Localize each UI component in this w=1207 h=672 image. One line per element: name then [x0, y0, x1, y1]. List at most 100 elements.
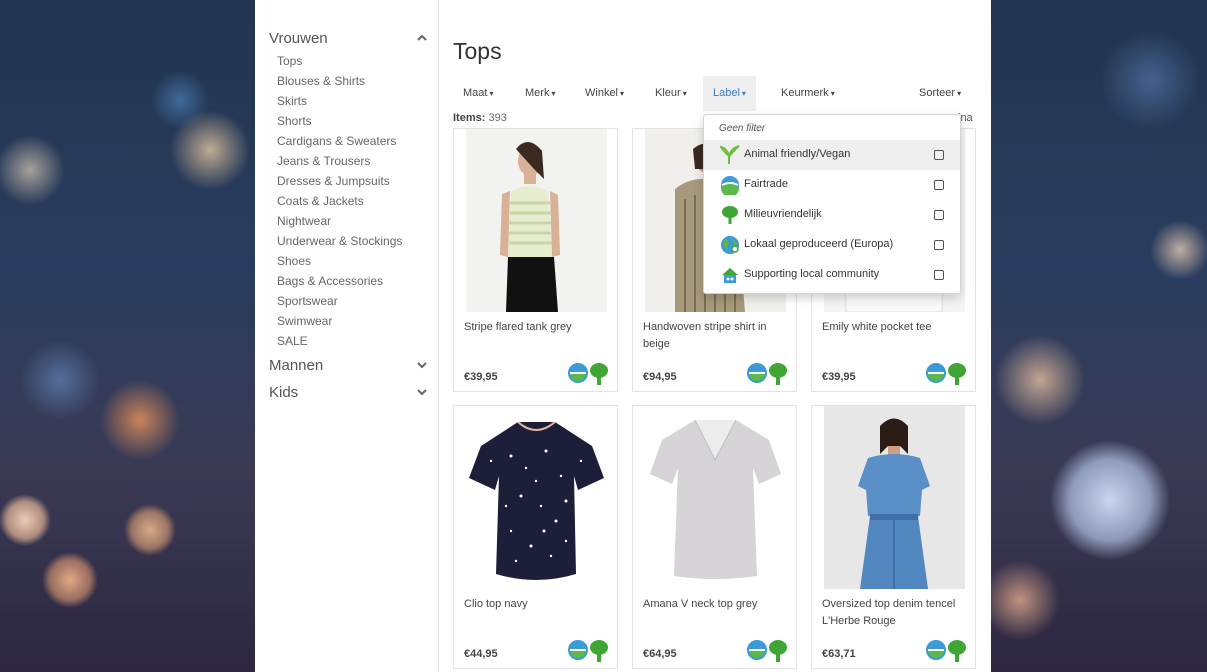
option-label: Lokaal geproduceerd (Europa) [744, 238, 894, 250]
option-checkbox[interactable] [934, 150, 944, 160]
product-name[interactable]: Handwoven stripe shirt in beige [643, 319, 791, 353]
subcategory-item[interactable]: Underwear & Stockings [277, 231, 438, 251]
filter-label: Merk [525, 87, 550, 99]
subcategory-item[interactable]: Bags & Accessories [277, 271, 438, 291]
category-title[interactable]: Kids [269, 384, 298, 401]
option-checkbox[interactable] [934, 210, 944, 220]
filter-maat[interactable]: Maat ▾ [453, 76, 503, 111]
subcategory-list: Tops Blouses & Shirts Skirts Shorts Card… [277, 51, 438, 351]
option-checkbox[interactable] [934, 180, 944, 190]
dropdown-option-milieuvriendelijk[interactable]: Milieuvriendelijk [704, 200, 960, 230]
subcategory-item[interactable]: Coats & Jackets [277, 191, 438, 211]
fairtrade-icon [568, 640, 588, 660]
fairtrade-icon [747, 640, 767, 660]
category-title[interactable]: Vrouwen [269, 30, 328, 47]
fairtrade-icon [747, 363, 767, 383]
filter-label: Label [713, 87, 740, 99]
dropdown-clear-filter[interactable]: Geen filter [719, 123, 765, 134]
sprout-icon [718, 145, 740, 165]
filter-label: Winkel [585, 87, 619, 99]
subcategory-item[interactable]: Cardigans & Sweaters [277, 131, 438, 151]
label-badges [926, 363, 967, 385]
product-image[interactable] [824, 406, 965, 589]
label-dropdown-menu: Geen filter Animal friendly/Vegan Fairtr… [703, 114, 961, 294]
product-image[interactable] [466, 129, 607, 312]
subcategory-item[interactable]: Swimwear [277, 311, 438, 331]
product-price: €39,95 [464, 371, 498, 383]
product-name[interactable]: Emily white pocket tee [822, 319, 970, 336]
filter-kleur[interactable]: Kleur ▾ [645, 76, 697, 111]
option-label: Supporting local community [744, 268, 880, 280]
tree-icon [947, 363, 967, 385]
category-header-kids[interactable]: Kids [269, 384, 429, 401]
dropdown-option-local-community[interactable]: Supporting local community [704, 260, 960, 290]
category-vrouwen: Vrouwen Tops Blouses & Shirts Skirts Sho… [269, 30, 438, 351]
subcategory-item[interactable]: Sportswear [277, 291, 438, 311]
filter-label: Sorteer [919, 87, 956, 99]
chevron-up-icon[interactable] [415, 32, 429, 45]
product-card[interactable]: Stripe flared tank grey €39,95 [453, 128, 618, 392]
option-checkbox[interactable] [934, 270, 944, 280]
option-checkbox[interactable] [934, 240, 944, 250]
caret-down-icon: ▾ [957, 89, 962, 98]
subcategory-item[interactable]: Shorts [277, 111, 438, 131]
caret-down-icon: ▾ [830, 89, 835, 98]
category-title[interactable]: Mannen [269, 357, 323, 374]
chevron-down-icon[interactable] [415, 386, 429, 399]
product-image[interactable] [466, 406, 607, 589]
subcategory-item[interactable]: Shoes [277, 251, 438, 271]
subcategory-item[interactable]: Tops [277, 51, 438, 71]
tree-icon [947, 640, 967, 662]
product-card[interactable]: Oversized top denim tencel L'Herbe Rouge… [811, 405, 976, 669]
tree-icon [589, 363, 609, 385]
category-header-mannen[interactable]: Mannen [269, 357, 429, 374]
caret-down-icon: ▾ [741, 89, 746, 98]
category-mannen: Mannen [269, 357, 438, 374]
chevron-down-icon[interactable] [415, 359, 429, 372]
community-icon [720, 265, 740, 285]
product-image[interactable] [645, 406, 786, 589]
filter-winkel[interactable]: Winkel ▾ [575, 76, 634, 111]
dropdown-option-lokaal[interactable]: Lokaal geproduceerd (Europa) [704, 230, 960, 260]
product-price: €64,95 [643, 648, 677, 660]
dropdown-option-fairtrade[interactable]: Fairtrade [704, 170, 960, 200]
product-name[interactable]: Stripe flared tank grey [464, 319, 612, 336]
subcategory-item[interactable]: SALE [277, 331, 438, 351]
label-badges [568, 640, 609, 662]
filter-merk[interactable]: Merk ▾ [515, 76, 565, 111]
fairtrade-icon [926, 363, 946, 383]
caret-down-icon: ▾ [620, 89, 625, 98]
option-label: Animal friendly/Vegan [744, 148, 851, 160]
label-badges [926, 640, 967, 662]
items-count-label: Items: [453, 112, 486, 124]
page-container: Vrouwen Tops Blouses & Shirts Skirts Sho… [255, 0, 991, 672]
product-name[interactable]: Oversized top denim tencel L'Herbe Rouge [822, 596, 970, 630]
fairtrade-icon [720, 175, 740, 197]
tree-icon [768, 640, 788, 662]
filter-sorteer[interactable]: Sorteer ▾ [909, 76, 971, 111]
category-header-vrouwen[interactable]: Vrouwen [269, 30, 429, 47]
product-name[interactable]: Clio top navy [464, 596, 612, 613]
product-price: €94,95 [643, 371, 677, 383]
filter-keurmerk[interactable]: Keurmerk ▾ [771, 76, 845, 111]
product-card[interactable]: Amana V neck top grey €64,95 [632, 405, 797, 669]
option-label: Milieuvriendelijk [744, 208, 822, 220]
subcategory-item[interactable]: Blouses & Shirts [277, 71, 438, 91]
tree-icon [720, 205, 740, 225]
caret-down-icon: ▾ [489, 89, 494, 98]
dropdown-option-animal-friendly[interactable]: Animal friendly/Vegan [704, 140, 960, 170]
subcategory-item[interactable]: Nightwear [277, 211, 438, 231]
page-title: Tops [453, 38, 502, 64]
product-card[interactable]: Clio top navy €44,95 [453, 405, 618, 669]
filter-label-active[interactable]: Label ▾ [703, 76, 756, 111]
subcategory-item[interactable]: Jeans & Trousers [277, 151, 438, 171]
caret-down-icon: ▾ [682, 89, 687, 98]
product-price: €39,95 [822, 371, 856, 383]
filter-label: Maat [463, 87, 488, 99]
caret-down-icon: ▾ [551, 89, 556, 98]
product-name[interactable]: Amana V neck top grey [643, 596, 791, 613]
tree-icon [768, 363, 788, 385]
subcategory-item[interactable]: Skirts [277, 91, 438, 111]
subcategory-item[interactable]: Dresses & Jumpsuits [277, 171, 438, 191]
globe-icon [720, 235, 740, 255]
